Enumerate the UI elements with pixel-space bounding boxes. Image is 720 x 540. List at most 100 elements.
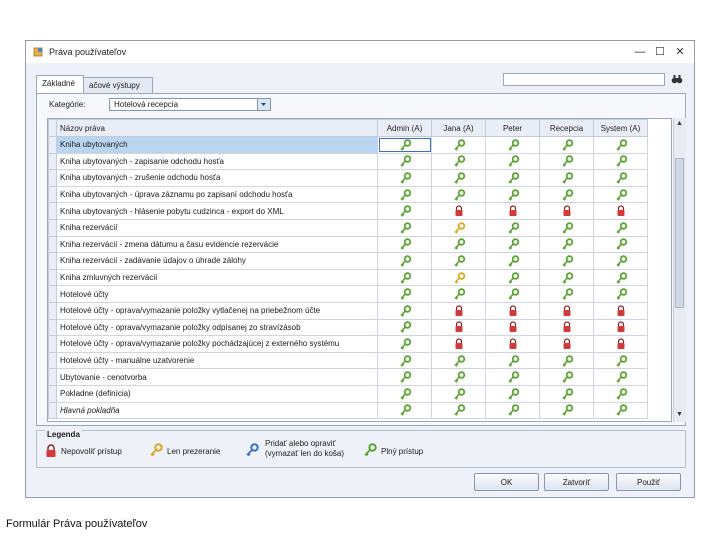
- apply-button[interactable]: Použiť: [616, 473, 681, 491]
- permission-cell[interactable]: [485, 384, 540, 403]
- table-row[interactable]: Kniha ubytovaných - zapisanie odchodu ho…: [48, 152, 648, 171]
- permission-cell[interactable]: [377, 401, 432, 420]
- permission-cell[interactable]: [431, 401, 486, 420]
- right-name-cell[interactable]: Kniha zmluvných rezervácií: [56, 268, 378, 287]
- permission-cell[interactable]: [485, 202, 540, 220]
- row-header[interactable]: [48, 202, 57, 220]
- permission-cell[interactable]: [431, 301, 486, 320]
- permission-cell[interactable]: [431, 318, 486, 337]
- permission-cell[interactable]: [377, 136, 432, 154]
- right-name-cell[interactable]: Kniha ubytovaných - zrušenie odchodu hos…: [56, 169, 378, 187]
- table-row[interactable]: Ubytovanie - cenotvorba: [48, 368, 648, 386]
- permission-cell[interactable]: [485, 169, 540, 187]
- permission-cell[interactable]: [539, 318, 594, 337]
- vertical-scrollbar[interactable]: ▲ ▼: [673, 118, 686, 422]
- permission-cell[interactable]: [431, 252, 486, 270]
- permission-cell[interactable]: [485, 318, 540, 337]
- permission-cell[interactable]: [539, 285, 594, 303]
- table-row[interactable]: Kniha rezervácií - zadávanie údajov o úh…: [48, 252, 648, 270]
- permission-cell[interactable]: [593, 351, 648, 370]
- right-name-cell[interactable]: Kniha rezervácií: [56, 218, 378, 237]
- permission-cell[interactable]: [593, 252, 648, 270]
- right-name-cell[interactable]: Kniha ubytovaných - úprava záznamu po za…: [56, 185, 378, 204]
- permission-cell[interactable]: [377, 285, 432, 303]
- row-header[interactable]: [48, 169, 57, 187]
- close-button[interactable]: ✕: [672, 44, 688, 60]
- permission-cell[interactable]: [593, 185, 648, 204]
- row-header[interactable]: [48, 268, 57, 287]
- permission-cell[interactable]: [593, 218, 648, 237]
- permission-cell[interactable]: [593, 202, 648, 220]
- permission-cell[interactable]: [485, 351, 540, 370]
- right-name-cell[interactable]: Ubytovanie - cenotvorba: [56, 368, 378, 386]
- permission-cell[interactable]: [485, 152, 540, 171]
- permission-cell[interactable]: [431, 218, 486, 237]
- permission-cell[interactable]: [485, 301, 540, 320]
- permission-cell[interactable]: [431, 185, 486, 204]
- permission-cell[interactable]: [431, 285, 486, 303]
- permission-cell[interactable]: [539, 235, 594, 254]
- permission-cell[interactable]: [539, 384, 594, 403]
- permission-cell[interactable]: [539, 252, 594, 270]
- row-header[interactable]: [48, 152, 57, 171]
- ok-button[interactable]: OK: [474, 473, 539, 491]
- permission-cell[interactable]: [377, 318, 432, 337]
- permission-cell[interactable]: [593, 235, 648, 254]
- search-input[interactable]: [503, 73, 665, 86]
- permission-cell[interactable]: [485, 285, 540, 303]
- right-name-cell[interactable]: Kniha rezervácií - zadávanie údajov o úh…: [56, 252, 378, 270]
- permission-cell[interactable]: [539, 368, 594, 386]
- right-name-cell[interactable]: Hlavná pokladňa: [56, 401, 378, 420]
- permission-cell[interactable]: [431, 152, 486, 171]
- column-header-user[interactable]: System (A): [593, 119, 648, 137]
- permission-cell[interactable]: [593, 136, 648, 154]
- permission-cell[interactable]: [485, 335, 540, 353]
- permission-cell[interactable]: [431, 169, 486, 187]
- right-name-cell[interactable]: Pokladne (definícia): [56, 384, 378, 403]
- permission-cell[interactable]: [377, 252, 432, 270]
- row-header[interactable]: [48, 218, 57, 237]
- permission-cell[interactable]: [377, 169, 432, 187]
- maximize-button[interactable]: ☐: [652, 44, 668, 60]
- row-header[interactable]: [48, 136, 57, 154]
- chevron-down-icon[interactable]: [257, 99, 270, 110]
- row-header[interactable]: [48, 235, 57, 254]
- row-header[interactable]: [48, 384, 57, 403]
- permission-cell[interactable]: [485, 401, 540, 420]
- permission-cell[interactable]: [485, 235, 540, 254]
- scrollbar-thumb[interactable]: [675, 158, 684, 308]
- row-header[interactable]: [48, 368, 57, 386]
- permission-cell[interactable]: [485, 268, 540, 287]
- permission-cell[interactable]: [377, 185, 432, 204]
- permission-cell[interactable]: [539, 202, 594, 220]
- column-header-user[interactable]: Peter: [485, 119, 540, 137]
- permission-cell[interactable]: [539, 136, 594, 154]
- permission-cell[interactable]: [431, 268, 486, 287]
- right-name-cell[interactable]: Kniha ubytovaných: [56, 136, 378, 154]
- row-header[interactable]: [48, 185, 57, 204]
- permission-cell[interactable]: [593, 301, 648, 320]
- permission-cell[interactable]: [593, 285, 648, 303]
- table-row[interactable]: Hotelové účty - oprava/vymazanie položky…: [48, 335, 648, 353]
- permission-cell[interactable]: [593, 384, 648, 403]
- row-header[interactable]: [48, 252, 57, 270]
- table-row[interactable]: Kniha zmluvných rezervácií: [48, 268, 648, 287]
- table-row[interactable]: Kniha ubytovaných - úprava záznamu po za…: [48, 185, 648, 204]
- right-name-cell[interactable]: Hotelové účty: [56, 285, 378, 303]
- permission-cell[interactable]: [593, 169, 648, 187]
- permission-cell[interactable]: [377, 335, 432, 353]
- table-row[interactable]: Kniha rezervácií - zmena dátumu a času e…: [48, 235, 648, 254]
- row-header[interactable]: [48, 318, 57, 337]
- table-row[interactable]: Hlavná pokladňa: [48, 401, 648, 420]
- table-row[interactable]: Pokladne (definícia): [48, 384, 648, 403]
- row-header[interactable]: [48, 335, 57, 353]
- permission-cell[interactable]: [539, 152, 594, 171]
- close-dialog-button[interactable]: Zatvoriť: [544, 473, 609, 491]
- table-row[interactable]: Hotelové účty: [48, 285, 648, 303]
- permission-cell[interactable]: [485, 185, 540, 204]
- right-name-cell[interactable]: Hotelové účty - manuálne uzatvorenie: [56, 351, 378, 370]
- permission-cell[interactable]: [377, 218, 432, 237]
- permission-cell[interactable]: [593, 318, 648, 337]
- permission-cell[interactable]: [431, 384, 486, 403]
- permission-cell[interactable]: [377, 202, 432, 220]
